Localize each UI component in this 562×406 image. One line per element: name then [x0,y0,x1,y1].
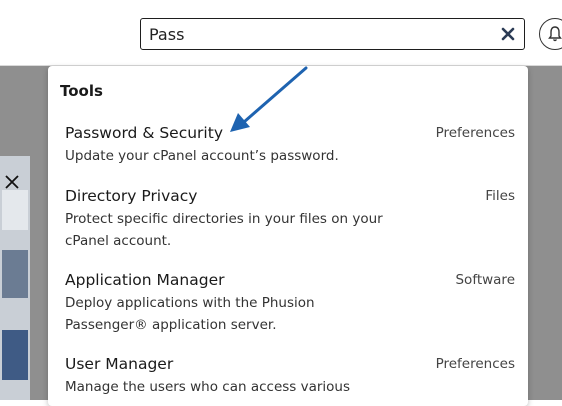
background-thumbnail [2,330,28,380]
result-item-user-manager[interactable]: User Manager Manage the users who can ac… [65,353,515,398]
result-description: Manage the users who can access various [65,379,351,395]
bell-icon [547,25,562,47]
background-thumbnail [2,190,28,230]
search-input[interactable] [149,23,489,45]
result-category: Preferences [435,356,515,372]
result-description: Protect specific directories in your fil… [65,211,383,249]
notifications-button[interactable] [539,18,562,50]
close-icon[interactable] [500,26,516,42]
result-category: Software [455,272,515,288]
top-header [0,0,562,66]
search-results-dropdown: Tools Password & Security Update your cP… [48,66,528,406]
result-item-directory-privacy[interactable]: Directory Privacy Protect specific direc… [65,185,515,252]
result-item-password-security[interactable]: Password & Security Update your cPanel a… [65,122,515,167]
close-icon[interactable] [4,174,20,190]
result-category: Files [485,188,515,204]
result-title: Application Manager [65,271,225,289]
background-thumbnail [2,250,28,298]
result-category: Preferences [435,125,515,141]
search-box[interactable] [140,18,525,50]
result-item-application-manager[interactable]: Application Manager Deploy applications … [65,269,515,336]
result-title: Directory Privacy [65,187,198,205]
result-description: Update your cPanel account’s password. [65,148,339,164]
result-description: Deploy applications with the Phusion Pas… [65,295,315,333]
section-title: Tools [60,82,103,100]
